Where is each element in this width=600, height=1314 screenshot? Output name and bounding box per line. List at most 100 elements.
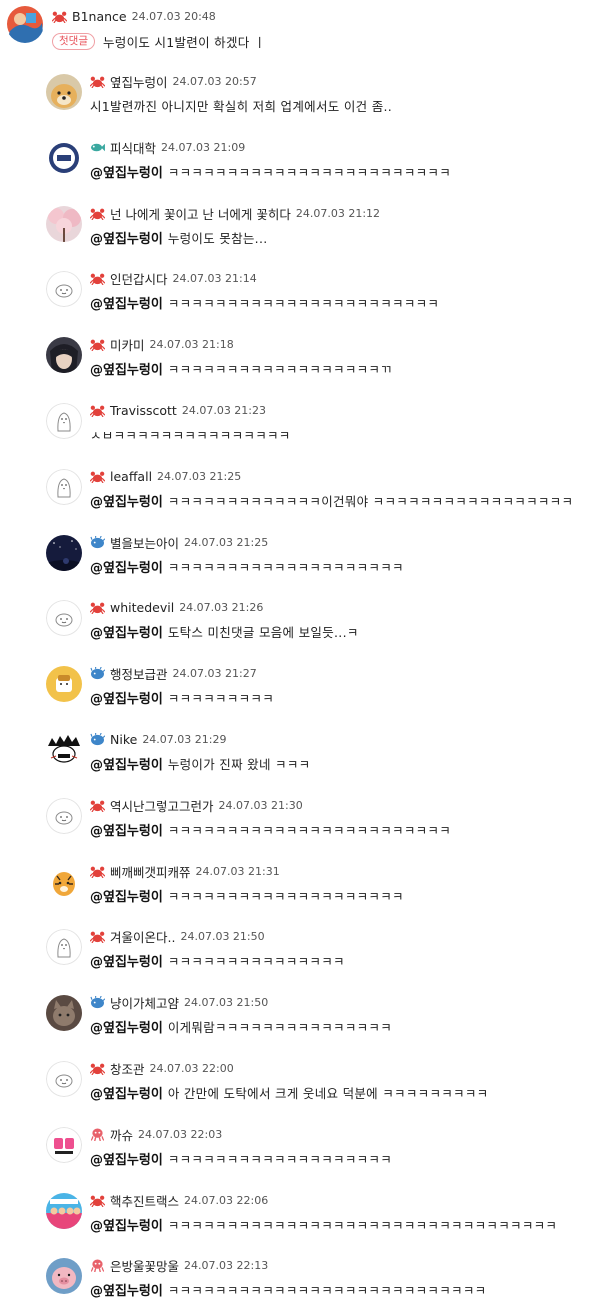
timestamp: 24.07.03 21:29 xyxy=(142,732,227,746)
nickname[interactable]: 행정보급관 xyxy=(110,664,168,683)
mention-link[interactable]: @옆집누렁이 xyxy=(90,1215,163,1234)
avatar[interactable] xyxy=(46,798,82,834)
timestamp: 24.07.03 21:31 xyxy=(195,864,280,878)
comment-text: 도탁스 미친댓글 모음에 보일듯...ㅋ xyxy=(167,624,359,640)
mention-link[interactable]: @옆집누렁이 xyxy=(90,293,163,312)
timestamp: 24.07.03 21:09 xyxy=(161,140,246,154)
avatar[interactable] xyxy=(46,1061,82,1097)
avatar[interactable] xyxy=(46,864,82,900)
nickname[interactable]: leaffall xyxy=(110,469,152,484)
top-comment: B1nance 24.07.03 20:48 첫댓글 누렁이도 시1발련이 하겠… xyxy=(6,5,596,53)
comment-text: ㅋㅋㅋㅋㅋㅋㅋㅋㅋㅋㅋㅋㅋㅋㅋㅋㅋㅋㅋ xyxy=(167,1151,393,1167)
blowfish-icon xyxy=(90,535,105,549)
crab-icon xyxy=(90,601,105,614)
nickname[interactable]: Nike xyxy=(110,732,137,747)
nickname[interactable]: 은방울꽃망울 xyxy=(110,1256,179,1275)
timestamp: 24.07.03 22:03 xyxy=(138,1127,223,1141)
mention-link[interactable]: @옆집누렁이 xyxy=(90,886,163,905)
fish-icon xyxy=(90,141,105,154)
nickname[interactable]: 겨울이온다.. xyxy=(110,927,175,946)
nickname[interactable]: 넌 나에게 꽃이고 난 너에게 꽃히다 xyxy=(110,204,291,223)
mention-link[interactable]: @옆집누렁이 xyxy=(90,162,163,181)
avatar[interactable] xyxy=(46,535,82,571)
nickname[interactable]: 까슈 xyxy=(110,1125,133,1144)
mention-link[interactable]: @옆집누렁이 xyxy=(90,1280,163,1299)
avatar[interactable] xyxy=(46,732,82,768)
nickname[interactable]: 역시난그렇고그런가 xyxy=(110,796,214,815)
timestamp: 24.07.03 21:50 xyxy=(180,929,265,943)
avatar[interactable] xyxy=(46,271,82,307)
timestamp: 24.07.03 20:48 xyxy=(131,9,216,23)
crab-icon xyxy=(52,10,67,23)
avatar[interactable] xyxy=(6,5,44,43)
crab-icon xyxy=(90,1062,105,1075)
mention-link[interactable]: @옆집누렁이 xyxy=(90,228,163,247)
comment-text: 시1발련까진 아니지만 확실히 저희 업계에서도 이건 좀.. xyxy=(90,98,393,114)
octopus-icon xyxy=(90,1127,105,1141)
avatar[interactable] xyxy=(46,1127,82,1163)
comment-text: ㅅㅂㅋㅋㅋㅋㅋㅋㅋㅋㅋㅋㅋㅋㅋㅋㅋ xyxy=(90,427,291,443)
nickname[interactable]: 삐깨삐갯피캐쮸 xyxy=(110,862,191,881)
comment-text: ㅋㅋㅋㅋㅋㅋㅋㅋㅋㅋㅋㅋㅋㅋㅋㅋㅋㅋㅋㅋㅋㅋㅋㅋㅋㅋㅋㅋㅋㅋㅋㅋㅋ xyxy=(167,1217,558,1233)
timestamp: 24.07.03 21:12 xyxy=(295,206,381,220)
avatar[interactable] xyxy=(46,403,82,439)
nickname[interactable]: whitedevil xyxy=(110,600,174,615)
timestamp: 24.07.03 22:06 xyxy=(184,1193,269,1207)
comment-text: ㅋㅋㅋㅋㅋㅋㅋㅋㅋㅋㅋㅋㅋㅋㅋㅋㅋㅋㅋㅋㅋㅋㅋㅋ xyxy=(167,822,452,838)
comment-text: ㅋㅋㅋㅋㅋㅋㅋㅋㅋㅋㅋㅋㅋㅋㅋㅋㅋㅋㅋㅋㅋㅋㅋㅋ xyxy=(167,164,452,180)
timestamp: 24.07.03 21:25 xyxy=(157,469,242,483)
crab-icon xyxy=(90,75,105,88)
nickname[interactable]: 옆집누렁이 xyxy=(110,72,168,91)
avatar[interactable] xyxy=(46,206,82,242)
avatar[interactable] xyxy=(46,600,82,636)
mention-link[interactable]: @옆집누렁이 xyxy=(90,359,163,378)
blowfish-icon xyxy=(90,666,105,680)
reply-item: 별을보는아이 24.07.03 21:25 @옆집누렁이 ㅋㅋㅋㅋㅋㅋㅋㅋㅋㅋㅋㅋㅋㅋ… xyxy=(46,531,596,591)
reply-item: 피식대학 24.07.03 21:09 @옆집누렁이 ㅋㅋㅋㅋㅋㅋㅋㅋㅋㅋㅋㅋㅋㅋㅋㅋ… xyxy=(46,136,596,196)
nickname[interactable]: 창조관 xyxy=(110,1059,145,1078)
crab-icon xyxy=(90,799,105,812)
nickname[interactable]: Travisscott xyxy=(110,403,177,418)
nickname[interactable]: 핵추진트랙스 xyxy=(110,1191,179,1210)
blowfish-icon xyxy=(90,732,105,746)
mention-link[interactable]: @옆집누렁이 xyxy=(90,688,163,707)
avatar[interactable] xyxy=(46,140,82,176)
timestamp: 24.07.03 21:18 xyxy=(149,337,234,351)
avatar[interactable] xyxy=(46,74,82,110)
reply-item: 옆집누렁이 24.07.03 20:57 시1발련까진 아니지만 확실히 저희 업계… xyxy=(46,70,596,130)
comment-text: ㅋㅋㅋㅋㅋㅋㅋㅋㅋㅋㅋㅋㅋㅋㅋㅋㅋㅋㅋㅋ xyxy=(167,888,404,904)
comment-text: ㅋㅋㅋㅋㅋㅋㅋㅋㅋㅋㅋㅋㅋㅋㅋ xyxy=(167,953,345,969)
comment-text: ㅋㅋㅋㅋㅋㅋㅋㅋㅋㅋㅋㅋㅋㅋㅋㅋㅋㅋㄲ xyxy=(167,361,393,377)
avatar[interactable] xyxy=(46,1193,82,1229)
crab-icon xyxy=(90,470,105,483)
reply-item: 핵추진트랙스 24.07.03 22:06 @옆집누렁이 ㅋㅋㅋㅋㅋㅋㅋㅋㅋㅋㅋㅋㅋㅋ… xyxy=(46,1189,596,1249)
comment-text: 누렁이가 진짜 왔네 ㅋㅋㅋ xyxy=(167,756,311,772)
mention-link[interactable]: @옆집누렁이 xyxy=(90,1149,163,1168)
mention-link[interactable]: @옆집누렁이 xyxy=(90,557,163,576)
nickname[interactable]: 냥이가체고얌 xyxy=(110,993,179,1012)
mention-link[interactable]: @옆집누렁이 xyxy=(90,754,163,773)
nickname[interactable]: B1nance xyxy=(72,9,127,24)
avatar[interactable] xyxy=(46,666,82,702)
avatar[interactable] xyxy=(46,469,82,505)
reply-item: 역시난그렇고그런가 24.07.03 21:30 @옆집누렁이 ㅋㅋㅋㅋㅋㅋㅋㅋㅋㅋㅋ… xyxy=(46,794,596,854)
mention-link[interactable]: @옆집누렁이 xyxy=(90,491,163,510)
reply-item: whitedevil 24.07.03 21:26 @옆집누렁이 도탁스 미친댓글 모… xyxy=(46,596,596,656)
mention-link[interactable]: @옆집누렁이 xyxy=(90,1083,163,1102)
nickname[interactable]: 인던갑시다 xyxy=(110,269,168,288)
crab-icon xyxy=(90,930,105,943)
nickname[interactable]: 피식대학 xyxy=(110,138,156,157)
avatar[interactable] xyxy=(46,995,82,1031)
mention-link[interactable]: @옆집누렁이 xyxy=(90,820,163,839)
mention-link[interactable]: @옆집누렁이 xyxy=(90,951,163,970)
avatar[interactable] xyxy=(46,1258,82,1294)
avatar[interactable] xyxy=(46,929,82,965)
avatar[interactable] xyxy=(46,337,82,373)
crab-icon xyxy=(90,338,105,351)
mention-link[interactable]: @옆집누렁이 xyxy=(90,622,163,641)
reply-item: 인던갑시다 24.07.03 21:14 @옆집누렁이 ㅋㅋㅋㅋㅋㅋㅋㅋㅋㅋㅋㅋㅋㅋㅋ… xyxy=(46,267,596,327)
nickname[interactable]: 별을보는아이 xyxy=(110,533,179,552)
nickname[interactable]: 미카미 xyxy=(110,335,145,354)
timestamp: 24.07.03 21:26 xyxy=(179,600,264,614)
mention-link[interactable]: @옆집누렁이 xyxy=(90,1017,163,1036)
